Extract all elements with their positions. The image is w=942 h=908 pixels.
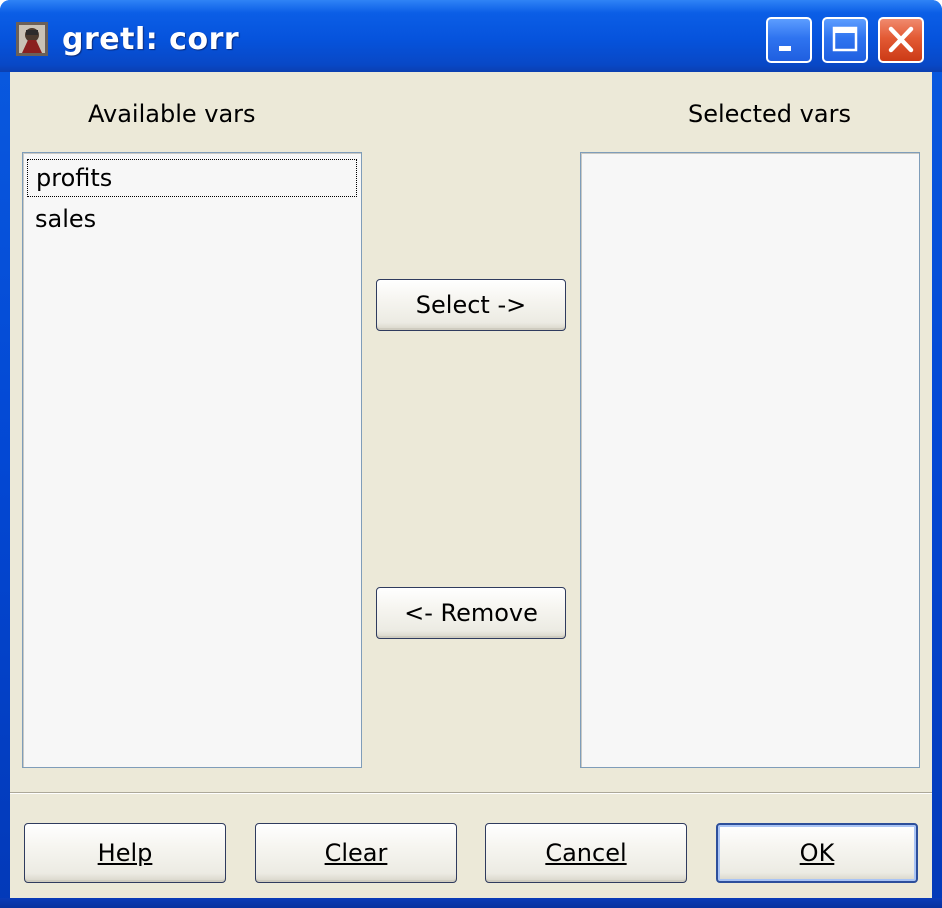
close-button[interactable]: [878, 17, 924, 63]
clear-button-label: Clear: [324, 839, 388, 867]
gretl-app-icon[interactable]: [16, 22, 48, 56]
minimize-button[interactable]: [766, 17, 812, 63]
selected-vars-label: Selected vars: [688, 100, 851, 128]
window-title: gretl: corr: [62, 22, 240, 57]
dialog-window: gretl: corr Available vars profits sales: [0, 0, 942, 908]
list-item-profits[interactable]: profits: [27, 159, 357, 197]
ok-button[interactable]: OK: [716, 823, 918, 883]
selected-vars-list[interactable]: [580, 152, 920, 768]
maximize-button[interactable]: [822, 17, 868, 63]
window-bottom-border: [0, 898, 942, 908]
cancel-button-label: Cancel: [545, 839, 627, 867]
available-vars-list[interactable]: profits sales: [22, 152, 362, 768]
select-button-label: Select ->: [415, 291, 527, 319]
ok-button-label: OK: [799, 839, 835, 867]
clear-button[interactable]: Clear: [255, 823, 457, 883]
close-icon: [888, 26, 914, 53]
minimize-icon: [779, 46, 791, 51]
available-vars-label: Available vars: [88, 100, 256, 128]
help-button[interactable]: Help: [24, 823, 226, 883]
footer-separator: [10, 792, 932, 794]
help-button-label: Help: [97, 839, 153, 867]
cancel-button[interactable]: Cancel: [485, 823, 687, 883]
list-item-sales[interactable]: sales: [27, 201, 357, 239]
select-button[interactable]: Select ->: [376, 279, 566, 331]
maximize-icon: [832, 26, 858, 52]
remove-button-label: <- Remove: [404, 599, 538, 627]
remove-button[interactable]: <- Remove: [376, 587, 566, 639]
title-bar[interactable]: gretl: corr: [0, 0, 942, 72]
